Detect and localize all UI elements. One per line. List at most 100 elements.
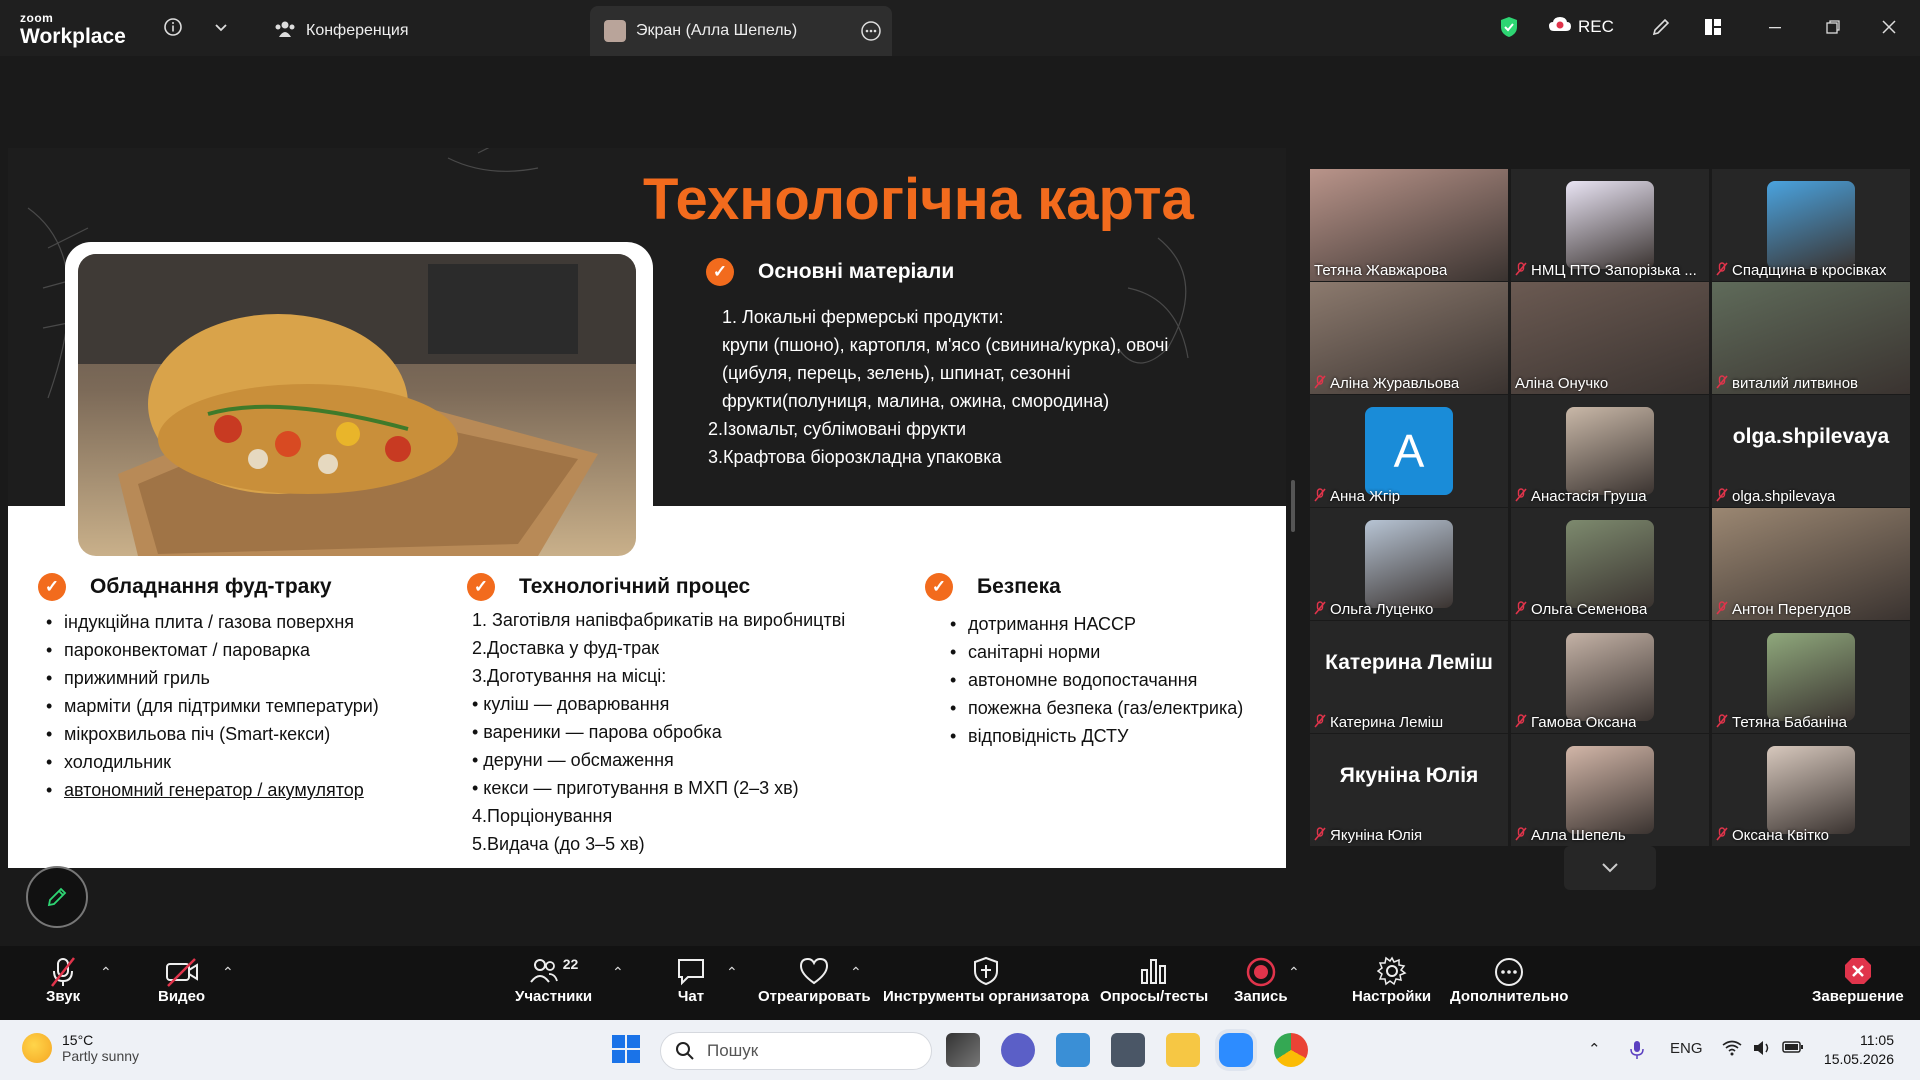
participant-tile[interactable]: Ольга Луценко: [1310, 508, 1508, 620]
record-options-caret[interactable]: ⌃: [1288, 964, 1300, 981]
audio-options-caret[interactable]: ⌃: [100, 964, 112, 981]
heart-icon: [798, 956, 830, 988]
react-options-caret[interactable]: ⌃: [850, 964, 862, 981]
chevron-down-icon: [1602, 863, 1618, 873]
participants-options-caret[interactable]: ⌃: [612, 964, 624, 981]
materials-list: 1. Локальні фермерські продукти: крупи (…: [708, 303, 1228, 471]
microphone-icon[interactable]: [1630, 1040, 1644, 1064]
mic-muted-icon: [1314, 601, 1326, 618]
settings-button[interactable]: Настройки: [1352, 956, 1431, 1005]
participant-name-label: Алла Шепель: [1515, 827, 1626, 844]
video-off-icon: [165, 956, 199, 988]
weather-temp: 15°C: [62, 1032, 94, 1048]
participants-button[interactable]: 22 Участники: [515, 956, 592, 1005]
control-panel-icon[interactable]: [1056, 1033, 1090, 1067]
audio-button[interactable]: Звук: [46, 956, 80, 1005]
participant-name-label: Аліна Журавльова: [1314, 375, 1459, 392]
end-meeting-button[interactable]: Завершение: [1812, 956, 1904, 1005]
participant-tile[interactable]: Анастасія Груша: [1511, 395, 1709, 507]
zoom-app-icon[interactable]: [1219, 1033, 1253, 1067]
record-button[interactable]: Запись: [1234, 956, 1288, 1005]
participant-tile[interactable]: НМЦ ПТО Запорізька ...: [1511, 169, 1709, 281]
participant-video: [1365, 520, 1453, 608]
participant-tile[interactable]: Ольга Семенова: [1511, 508, 1709, 620]
tab-conference[interactable]: Конференция: [260, 6, 423, 56]
video-button[interactable]: Видео: [158, 956, 205, 1005]
check-icon: ✓: [706, 258, 734, 286]
task-view-icon[interactable]: [946, 1033, 980, 1067]
more-button[interactable]: Дополнительно: [1450, 956, 1568, 1005]
file-explorer-icon[interactable]: [1166, 1033, 1200, 1067]
chat-options-caret[interactable]: ⌃: [726, 964, 738, 981]
participant-tile[interactable]: A Анна Жгір: [1310, 395, 1508, 507]
participant-name: Катерина Леміш: [1330, 714, 1444, 731]
chat-label: Чат: [677, 988, 705, 1005]
more-dots-icon: [1493, 956, 1525, 988]
info-icon[interactable]: [160, 14, 186, 40]
equipment-item: холодильник: [46, 748, 379, 776]
recording-indicator[interactable]: REC: [1548, 16, 1614, 37]
chat-icon: [676, 956, 706, 988]
materials-item: 3.Крафтова біорозкладна упаковка: [708, 447, 1002, 467]
participant-name-label: Оксана Квітко: [1716, 827, 1829, 844]
language-indicator[interactable]: ENG: [1670, 1040, 1703, 1057]
participant-tile[interactable]: Якуніна Юлія Якуніна Юлія: [1310, 734, 1508, 846]
safety-item: дотримання НАССР: [950, 610, 1243, 638]
weather-widget[interactable]: 15°C Partly sunny: [22, 1032, 139, 1064]
close-icon[interactable]: [1876, 14, 1902, 40]
battery-icon[interactable]: [1782, 1040, 1804, 1058]
participant-name-label: Тетяна Жавжарова: [1314, 262, 1447, 279]
tray-chevron-up-icon[interactable]: ⌃: [1588, 1040, 1601, 1058]
gallery-scroll-down-button[interactable]: [1564, 846, 1656, 890]
participant-tile[interactable]: Аліна Онучко: [1511, 282, 1709, 394]
participant-display-name: Катерина Леміш: [1325, 651, 1493, 674]
host-tools-button[interactable]: Инструменты организатора: [883, 956, 1089, 1005]
annotate-pen-icon[interactable]: [1648, 14, 1674, 40]
tab-screen-share[interactable]: Экран (Алла Шепель): [590, 6, 892, 56]
participant-tile[interactable]: Оксана Квітко: [1712, 734, 1910, 846]
participant-name: Тетяна Жавжарова: [1314, 262, 1448, 279]
participant-video: [1566, 407, 1654, 495]
more-options-icon[interactable]: [860, 20, 882, 47]
end-label: Завершение: [1812, 988, 1904, 1005]
participant-tile[interactable]: виталий литвинов: [1712, 282, 1910, 394]
participant-tile[interactable]: Спадщина в кросівках: [1712, 169, 1910, 281]
participant-name-label: olga.shpilevaya: [1716, 488, 1835, 505]
calculator-icon[interactable]: [1111, 1033, 1145, 1067]
participant-tile[interactable]: Антон Перегудов: [1712, 508, 1910, 620]
participant-tile[interactable]: Аліна Журавльова: [1310, 282, 1508, 394]
chrome-icon[interactable]: [1274, 1033, 1308, 1067]
participant-name-label: виталий литвинов: [1716, 375, 1858, 392]
windows-start-icon[interactable]: [610, 1033, 644, 1067]
participant-tile[interactable]: Тетяна Жавжарова: [1310, 169, 1508, 281]
participant-name: Аліна Журавльова: [1330, 375, 1460, 392]
mic-muted-icon: [1716, 375, 1728, 392]
safety-heading: ✓ Безпека: [925, 573, 1061, 601]
participant-tile[interactable]: Гамова Оксана: [1511, 621, 1709, 733]
participant-name-label: НМЦ ПТО Запорізька ...: [1515, 262, 1697, 279]
mic-muted-icon: [1716, 827, 1728, 844]
shield-encryption-icon[interactable]: [1496, 14, 1522, 40]
mic-muted-icon: [1515, 714, 1527, 731]
participant-tile[interactable]: olga.shpilevaya olga.shpilevaya: [1712, 395, 1910, 507]
participant-tile[interactable]: Тетяна Бабаніна: [1712, 621, 1910, 733]
annotate-button[interactable]: [26, 866, 88, 928]
restore-icon[interactable]: [1820, 14, 1846, 40]
wifi-icon[interactable]: [1722, 1040, 1742, 1060]
participant-name-label: Якуніна Юлія: [1314, 827, 1422, 844]
layout-icon[interactable]: [1700, 14, 1726, 40]
chevron-down-icon[interactable]: [208, 14, 234, 40]
minimize-icon[interactable]: [1762, 14, 1788, 40]
teams-chat-icon[interactable]: [1001, 1033, 1035, 1067]
taskbar-search[interactable]: Пошук: [660, 1032, 932, 1070]
chat-button[interactable]: Чат: [676, 956, 706, 1005]
video-label: Видео: [158, 988, 206, 1005]
polls-button[interactable]: Опросы/тесты: [1100, 956, 1208, 1005]
participant-tile[interactable]: Алла Шепель: [1511, 734, 1709, 846]
system-clock[interactable]: 11:05 15.05.2026: [1824, 1031, 1894, 1069]
volume-icon[interactable]: [1752, 1040, 1772, 1060]
participant-tile[interactable]: Катерина Леміш Катерина Леміш: [1310, 621, 1508, 733]
tab-conference-label: Конференция: [306, 22, 409, 39]
video-options-caret[interactable]: ⌃: [222, 964, 234, 981]
panel-splitter[interactable]: [1291, 480, 1295, 532]
